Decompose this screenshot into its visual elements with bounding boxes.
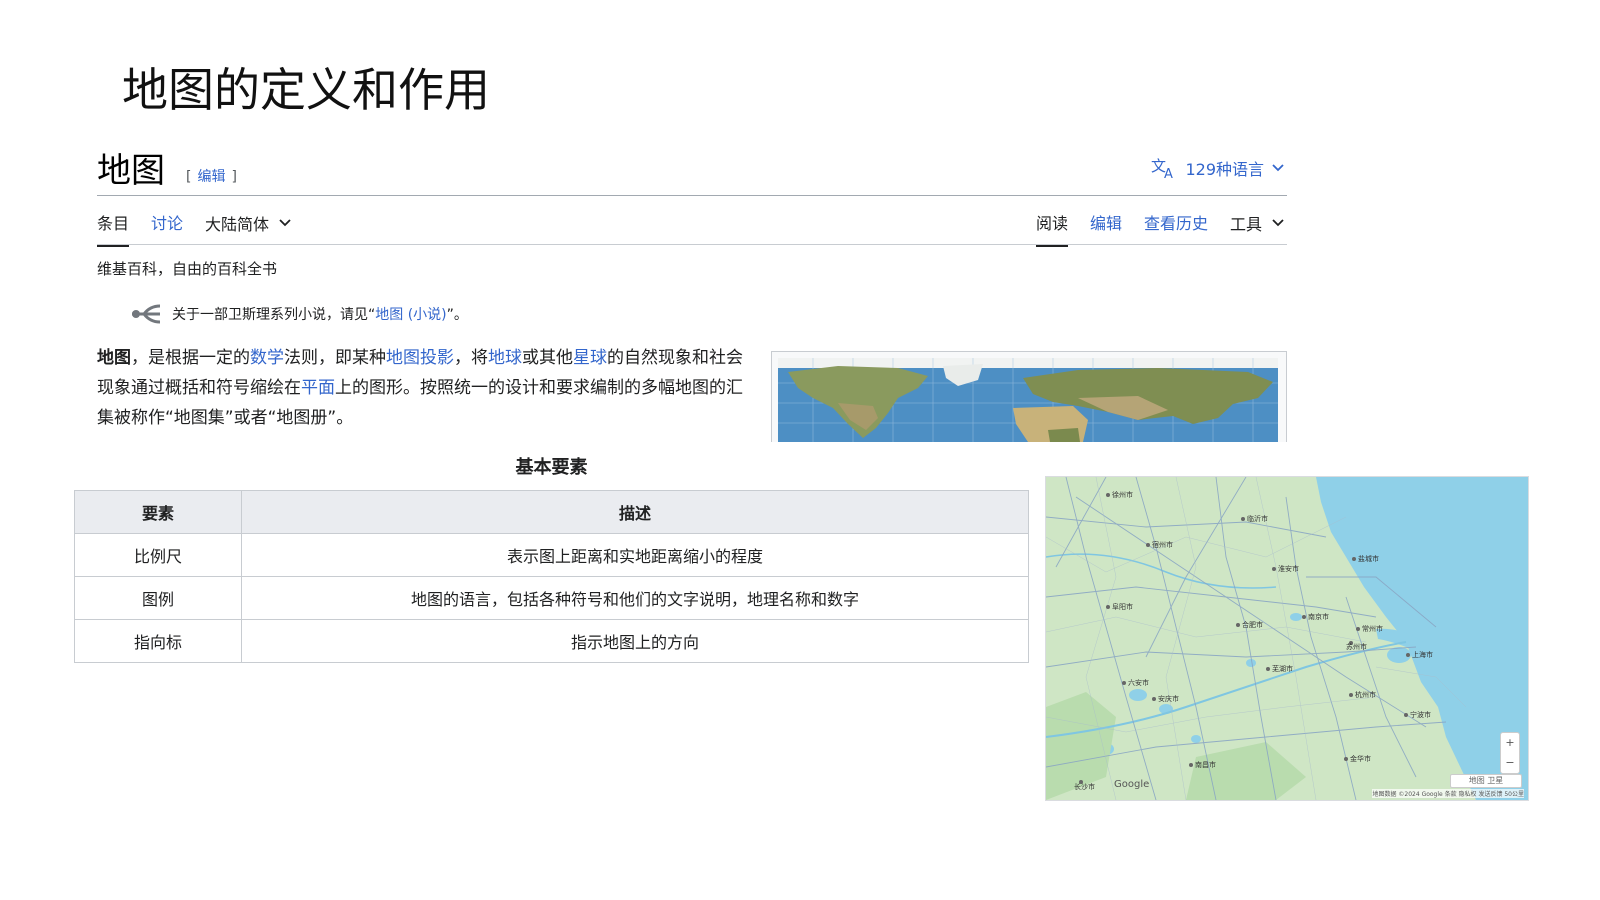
- tools-label: 工具: [1229, 215, 1262, 234]
- svg-text:苏州市: 苏州市: [1346, 642, 1367, 651]
- svg-text:阜阳市: 阜阳市: [1112, 602, 1133, 611]
- term-bold: 地图: [97, 348, 131, 368]
- hatnote-link[interactable]: 地图 (小说): [375, 307, 446, 323]
- zoom-out-button[interactable]: −: [1501, 753, 1519, 773]
- svg-text:A: A: [1164, 167, 1173, 179]
- layer-toggle[interactable]: 地图 卫星: [1450, 774, 1522, 788]
- table-row: 比例尺 表示图上距离和实地距离缩小的程度: [74, 533, 1029, 577]
- tabs-divider: [97, 244, 1287, 245]
- bracket-close: ]: [231, 169, 237, 185]
- svg-text:盐城市: 盐城市: [1358, 554, 1379, 563]
- column-header: 描述: [241, 490, 1029, 534]
- svg-text:徐州市: 徐州市: [1112, 490, 1133, 499]
- tab-article[interactable]: 条目: [97, 210, 130, 247]
- variant-dropdown[interactable]: 大陆简体: [205, 210, 291, 247]
- table-cell: 指示地图上的方向: [241, 619, 1029, 663]
- link-earth[interactable]: 地球: [488, 348, 522, 368]
- map-attribution: 地图数据 ©2024 Google 条款 隐私权 发送反馈 50公里: [1372, 789, 1524, 798]
- svg-text:淮安市: 淮安市: [1278, 564, 1299, 573]
- tab-edit[interactable]: 编辑: [1090, 210, 1122, 247]
- google-map-screenshot[interactable]: 徐州市 临沂市 宿州市 淮安市 盐城市 阜阳市 合肥市 南京市 常州市 苏州市 …: [1045, 476, 1529, 801]
- svg-text:合肥市: 合肥市: [1242, 620, 1263, 629]
- para-text: 或其他: [522, 348, 573, 368]
- elements-table: 要素 描述 比例尺 表示图上距离和实地距离缩小的程度 图例 地图的语言，包括各种…: [74, 490, 1029, 663]
- google-logo: Google: [1114, 779, 1150, 790]
- tools-dropdown[interactable]: 工具: [1230, 210, 1284, 247]
- svg-text:安庆市: 安庆市: [1158, 694, 1179, 703]
- svg-text:宁波市: 宁波市: [1410, 710, 1431, 719]
- site-tagline: 维基百科，自由的百科全书: [97, 260, 278, 278]
- table-row: 图例 地图的语言，包括各种符号和他们的文字说明，地理名称和数字: [74, 576, 1029, 620]
- tab-read[interactable]: 阅读: [1035, 210, 1068, 247]
- svg-text:长沙市: 长沙市: [1074, 782, 1095, 791]
- svg-text:常州市: 常州市: [1362, 624, 1383, 633]
- svg-text:六安市: 六安市: [1128, 678, 1149, 687]
- zoom-in-button[interactable]: +: [1501, 733, 1519, 753]
- tab-history[interactable]: 查看历史: [1144, 210, 1208, 247]
- world-map-image: [778, 358, 1278, 442]
- link-plane[interactable]: 平面: [301, 378, 335, 398]
- translate-icon: 文 A: [1151, 157, 1173, 179]
- column-header: 要素: [74, 490, 242, 534]
- table-row: 指向标 指示地图上的方向: [74, 619, 1029, 663]
- para-text: ，是根据一定的: [131, 348, 250, 368]
- variant-label: 大陆简体: [205, 215, 270, 234]
- link-planet[interactable]: 星球: [573, 348, 607, 368]
- svg-text:杭州市: 杭州市: [1355, 690, 1376, 699]
- svg-text:临沂市: 临沂市: [1247, 514, 1268, 523]
- disambiguation-icon: [132, 304, 161, 324]
- table-caption: 基本要素: [515, 457, 588, 478]
- world-map-thumbnail[interactable]: [771, 351, 1287, 442]
- svg-text:南昌市: 南昌市: [1195, 760, 1216, 769]
- chevron-down-icon: [279, 219, 291, 227]
- hatnote: 关于一部卫斯理系列小说，请见“地图 (小说)”。: [130, 303, 468, 325]
- table-cell: 指向标: [74, 619, 242, 663]
- hatnote-prefix: 关于一部卫斯理系列小说，请见“: [172, 307, 376, 323]
- hatnote-text: 关于一部卫斯理系列小说，请见“地图 (小说)”。: [172, 304, 468, 324]
- page-title: 地图: [97, 151, 165, 191]
- edit-section-link[interactable]: 编辑: [197, 169, 225, 185]
- view-tabs: 阅读 编辑 查看历史 工具: [1035, 210, 1284, 247]
- svg-text:芜湖市: 芜湖市: [1272, 664, 1293, 673]
- svg-text:金华市: 金华市: [1350, 754, 1371, 763]
- svg-text:南京市: 南京市: [1308, 612, 1329, 621]
- para-text: ，将: [454, 348, 488, 368]
- table-cell: 地图的语言，包括各种符号和他们的文字说明，地理名称和数字: [241, 576, 1029, 620]
- para-text: 法则，即某种: [284, 348, 386, 368]
- namespace-tabs: 条目 讨论 大陆简体: [97, 210, 291, 247]
- zoom-controls: + −: [1500, 732, 1520, 774]
- svg-text:上海市: 上海市: [1412, 650, 1433, 659]
- language-selector-button[interactable]: 文 A 129种语言: [1151, 156, 1284, 180]
- map-canvas: 徐州市 临沂市 宿州市 淮安市 盐城市 阜阳市 合肥市 南京市 常州市 苏州市 …: [1046, 477, 1528, 800]
- slide-title: 地图的定义和作用: [122, 63, 490, 117]
- table-header-row: 要素 描述: [74, 490, 1029, 534]
- chevron-down-icon: [1272, 219, 1284, 227]
- svg-text:宿州市: 宿州市: [1152, 540, 1173, 549]
- hatnote-suffix: ”。: [446, 307, 468, 323]
- title-edit-link-group: [ 编辑]: [186, 166, 237, 186]
- tab-talk[interactable]: 讨论: [151, 210, 183, 247]
- link-math[interactable]: 数学: [250, 348, 284, 368]
- chevron-down-icon: [1272, 164, 1284, 172]
- table-cell: 比例尺: [74, 533, 242, 577]
- language-count-label: 129种语言: [1185, 160, 1264, 179]
- title-divider: [97, 195, 1287, 196]
- lead-paragraph: 地图，是根据一定的数学法则，即某种地图投影，将地球或其他星球的自然现象和社会现象…: [97, 343, 747, 433]
- table-cell: 图例: [74, 576, 242, 620]
- link-map-projection[interactable]: 地图投影: [386, 348, 454, 368]
- bracket-open: [: [186, 169, 192, 185]
- table-cell: 表示图上距离和实地距离缩小的程度: [241, 533, 1029, 577]
